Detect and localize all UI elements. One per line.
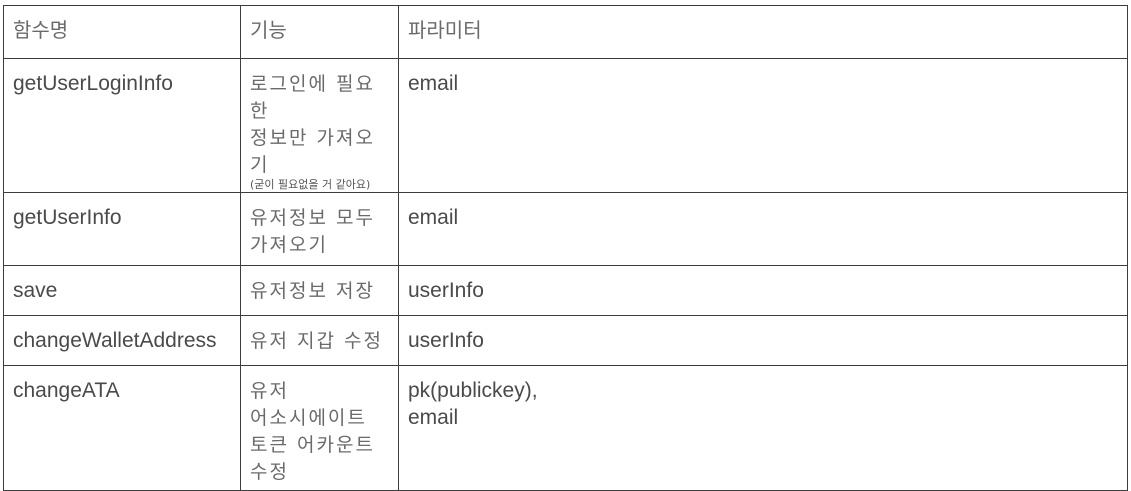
- parameters-text: pk(publickey), email: [408, 379, 538, 429]
- feature-text: 유저 어소시에이트 토큰 어카운트 수정: [250, 380, 375, 483]
- parameters-text: userInfo: [408, 279, 484, 302]
- feature-cell: 로그인에 필요한 정보만 가져오기 (굳이 필요없을 거 같아요): [240, 58, 399, 193]
- function-name-cell: changeATA: [3, 365, 241, 491]
- parameters-cell: email: [398, 58, 1128, 193]
- function-name: changeWalletAddress: [13, 329, 217, 352]
- feature-cell: 유저 어소시에이트 토큰 어카운트 수정: [240, 365, 399, 491]
- function-name-cell: getUserLoginInfo: [3, 58, 241, 193]
- function-name-cell: save: [3, 265, 241, 316]
- feature-cell: 유저 지갑 수정: [240, 315, 399, 366]
- function-name-cell: changeWalletAddress: [3, 315, 241, 366]
- function-name-cell: getUserInfo: [3, 192, 241, 266]
- table-row: save 유저정보 저장 userInfo: [3, 265, 1128, 316]
- feature-text: 유저정보 모두 가져오기: [250, 207, 375, 256]
- feature-text: 유저 지갑 수정: [250, 330, 383, 352]
- parameters-cell: pk(publickey), email: [398, 365, 1128, 491]
- parameters-text: userInfo: [408, 329, 484, 352]
- function-table-container: 함수명 기능 파라미터 getUserLoginInfo 로그인에 필요한 정보…: [3, 5, 1128, 491]
- header-feature: 기능: [240, 5, 399, 59]
- parameters-text: email: [408, 206, 459, 229]
- table-row: getUserInfo 유저정보 모두 가져오기 email: [3, 192, 1128, 266]
- parameters-cell: userInfo: [398, 265, 1128, 316]
- function-name: getUserInfo: [13, 206, 122, 229]
- function-name: save: [13, 279, 58, 302]
- feature-text: 유저정보 저장: [250, 280, 375, 302]
- feature-cell: 유저정보 저장: [240, 265, 399, 316]
- feature-text: 로그인에 필요한 정보만 가져오기: [250, 73, 375, 176]
- table-row: getUserLoginInfo 로그인에 필요한 정보만 가져오기 (굳이 필…: [3, 58, 1128, 193]
- parameters-cell: email: [398, 192, 1128, 266]
- function-table: 함수명 기능 파라미터 getUserLoginInfo 로그인에 필요한 정보…: [3, 5, 1128, 491]
- table-row: changeWalletAddress 유저 지갑 수정 userInfo: [3, 315, 1128, 366]
- table-header-row: 함수명 기능 파라미터: [3, 5, 1128, 59]
- header-function-name: 함수명: [3, 5, 241, 59]
- function-name: getUserLoginInfo: [13, 72, 173, 95]
- parameters-text: email: [408, 72, 459, 95]
- header-parameters: 파라미터: [398, 5, 1128, 59]
- table-row: changeATA 유저 어소시에이트 토큰 어카운트 수정 pk(public…: [3, 365, 1128, 491]
- function-name: changeATA: [13, 379, 120, 402]
- parameters-cell: userInfo: [398, 315, 1128, 366]
- feature-cell: 유저정보 모두 가져오기: [240, 192, 399, 266]
- feature-note: (굳이 필요없을 거 같아요): [250, 178, 371, 191]
